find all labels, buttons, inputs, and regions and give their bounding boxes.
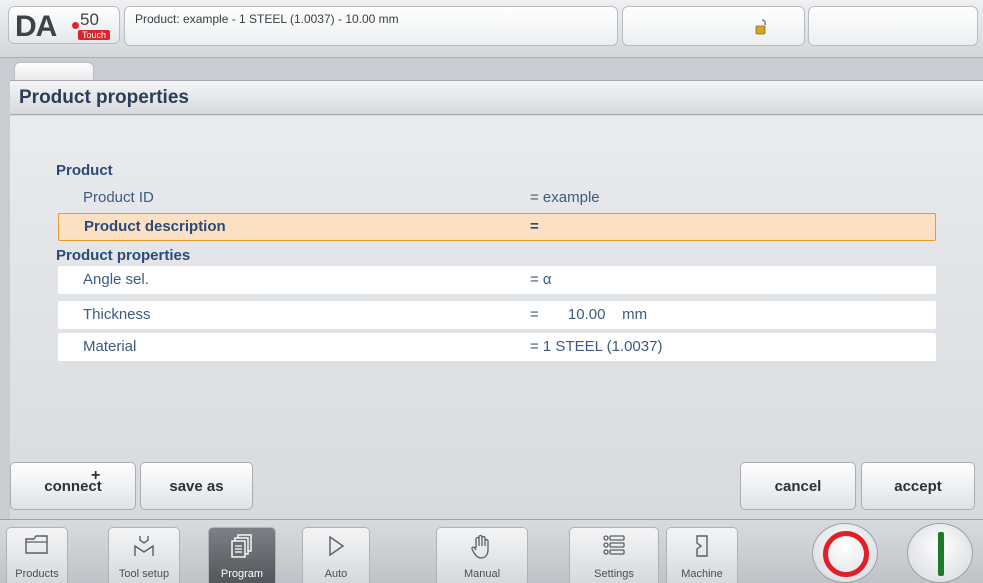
cancel-button[interactable]: cancel bbox=[740, 462, 856, 510]
product-title-bar: Product: example - 1 STEEL (1.0037) - 10… bbox=[124, 6, 618, 46]
nav-program-label: Program bbox=[220, 568, 264, 580]
product-properties-panel: Product properties Product Product ID = … bbox=[10, 80, 983, 538]
row-material[interactable]: Material = 1 STEEL (1.0037) bbox=[58, 333, 936, 361]
settings-list-icon bbox=[603, 535, 625, 555]
row-thickness[interactable]: Thickness = 10.00 mm bbox=[58, 301, 936, 329]
stacked-pages-icon bbox=[231, 534, 252, 558]
row-label: Material bbox=[83, 338, 137, 355]
lock-status-box[interactable] bbox=[622, 6, 805, 46]
play-triangle-icon bbox=[329, 535, 345, 557]
row-angle-sel[interactable]: Angle sel. = α bbox=[58, 266, 936, 294]
cancel-label: cancel bbox=[774, 477, 822, 495]
section-product: Product bbox=[56, 162, 113, 179]
nav-settings-label: Settings bbox=[594, 568, 634, 580]
status-box-right bbox=[808, 6, 978, 46]
nav-machine-label: Machine bbox=[681, 568, 723, 580]
row-label: Angle sel. bbox=[83, 271, 149, 288]
row-product-id[interactable]: Product ID = example bbox=[58, 184, 936, 212]
logo-touch-badge: Touch bbox=[78, 30, 111, 40]
row-value: = 1 STEEL (1.0037) bbox=[530, 338, 663, 355]
start-button[interactable] bbox=[907, 523, 973, 583]
row-value: = example bbox=[530, 189, 600, 206]
nav-auto[interactable]: Auto bbox=[302, 527, 370, 583]
nav-manual-label: Manual bbox=[463, 568, 501, 580]
nav-tool-setup-label: Tool setup bbox=[118, 568, 170, 580]
nav-program[interactable]: Program bbox=[208, 527, 276, 583]
stop-button[interactable] bbox=[812, 523, 878, 583]
accept-button[interactable]: accept bbox=[861, 462, 975, 510]
plus-icon: + bbox=[91, 467, 101, 484]
punch-die-tool-icon bbox=[134, 536, 154, 556]
nav-machine[interactable]: Machine bbox=[666, 527, 738, 583]
row-value: = bbox=[530, 218, 539, 235]
nav-auto-label: Auto bbox=[324, 568, 348, 580]
unlocked-padlock-icon bbox=[755, 19, 766, 35]
logo-dot bbox=[72, 22, 79, 29]
top-bar: DA 50 Touch Product: example - 1 STEEL (… bbox=[0, 0, 983, 58]
nav-products-label: Products bbox=[15, 568, 59, 580]
logo-main-text: DA bbox=[15, 10, 57, 43]
row-label: Thickness bbox=[83, 306, 151, 323]
accept-label: accept bbox=[894, 477, 942, 495]
row-label: Product description bbox=[84, 218, 226, 235]
nav-tool-setup[interactable]: Tool setup bbox=[108, 527, 180, 583]
row-value: = 10.00 mm bbox=[530, 306, 648, 323]
press-brake-machine-icon bbox=[696, 535, 708, 557]
nav-settings[interactable]: Settings bbox=[569, 527, 659, 583]
logo-number: 50 bbox=[80, 10, 99, 29]
save-as-label: save as bbox=[169, 477, 224, 495]
folder-icon bbox=[25, 535, 48, 554]
hand-icon bbox=[471, 534, 489, 559]
save-as-button[interactable]: save as bbox=[140, 462, 253, 510]
row-product-description[interactable]: Product description = bbox=[58, 213, 936, 241]
section-product-properties: Product properties bbox=[56, 247, 191, 264]
da50-logo: DA 50 Touch bbox=[8, 6, 120, 44]
nav-manual[interactable]: Manual bbox=[436, 527, 528, 583]
row-label: Product ID bbox=[83, 189, 154, 206]
connect-button[interactable]: connect + bbox=[10, 462, 136, 510]
nav-products[interactable]: Products bbox=[6, 527, 68, 583]
start-bar-icon bbox=[938, 532, 944, 576]
row-value: = α bbox=[530, 271, 552, 288]
product-title-text: Product: example - 1 STEEL (1.0037) - 10… bbox=[135, 12, 399, 26]
stop-ring-icon bbox=[823, 531, 869, 577]
page-title: Product properties bbox=[10, 81, 983, 115]
